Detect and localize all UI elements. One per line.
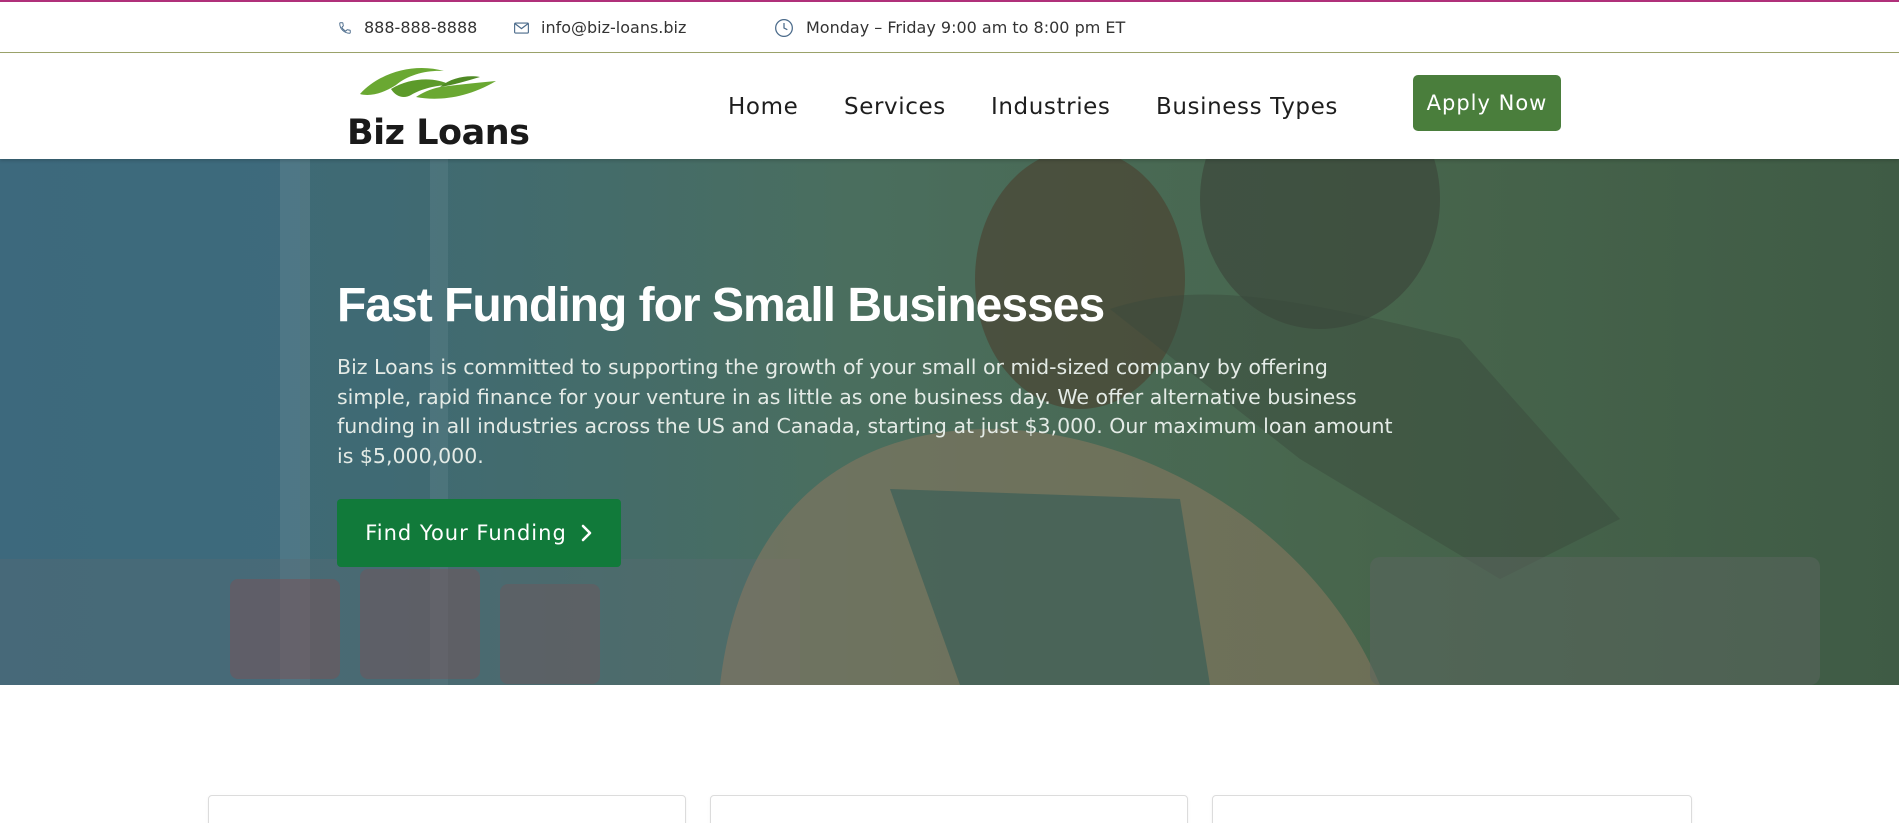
main-navigation: Biz Loans Home Services Industries Busin… bbox=[0, 54, 1899, 159]
hero-description: Biz Loans is committed to supporting the… bbox=[337, 355, 1393, 468]
feature-card bbox=[1212, 795, 1692, 823]
feature-card bbox=[710, 795, 1188, 823]
nav-services[interactable]: Services bbox=[844, 54, 946, 159]
site-logo[interactable]: Biz Loans bbox=[344, 61, 530, 153]
logo-wordmark: Biz Loans bbox=[347, 113, 530, 153]
nav-home[interactable]: Home bbox=[728, 54, 798, 159]
email-address: info@biz-loans.biz bbox=[541, 18, 687, 37]
email-link[interactable]: info@biz-loans.biz bbox=[514, 2, 686, 53]
find-funding-label: Find Your Funding bbox=[365, 521, 567, 545]
nav-business-types[interactable]: Business Types bbox=[1156, 54, 1338, 159]
nav-industries[interactable]: Industries bbox=[991, 54, 1111, 159]
clock-icon bbox=[775, 18, 793, 37]
phone-link[interactable]: 888-888-8888 bbox=[338, 2, 477, 53]
feature-card bbox=[208, 795, 686, 823]
hero-title: Fast Funding for Small Businesses bbox=[337, 279, 1105, 332]
contact-bar: 888-888-8888 info@biz-loans.biz Monday –… bbox=[0, 2, 1899, 53]
leaf-logo-icon bbox=[360, 67, 496, 99]
hero-banner: Fast Funding for Small Businesses Biz Lo… bbox=[0, 159, 1899, 685]
apply-now-button[interactable]: Apply Now bbox=[1413, 75, 1561, 131]
hours-text: Monday – Friday 9:00 am to 8:00 pm ET bbox=[806, 18, 1126, 37]
mail-icon bbox=[514, 21, 529, 34]
find-funding-button[interactable]: Find Your Funding bbox=[337, 499, 621, 567]
phone-icon bbox=[339, 21, 351, 34]
chevron-right-icon bbox=[581, 524, 592, 542]
phone-number: 888-888-8888 bbox=[364, 18, 478, 37]
business-hours: Monday – Friday 9:00 am to 8:00 pm ET bbox=[774, 2, 1125, 53]
